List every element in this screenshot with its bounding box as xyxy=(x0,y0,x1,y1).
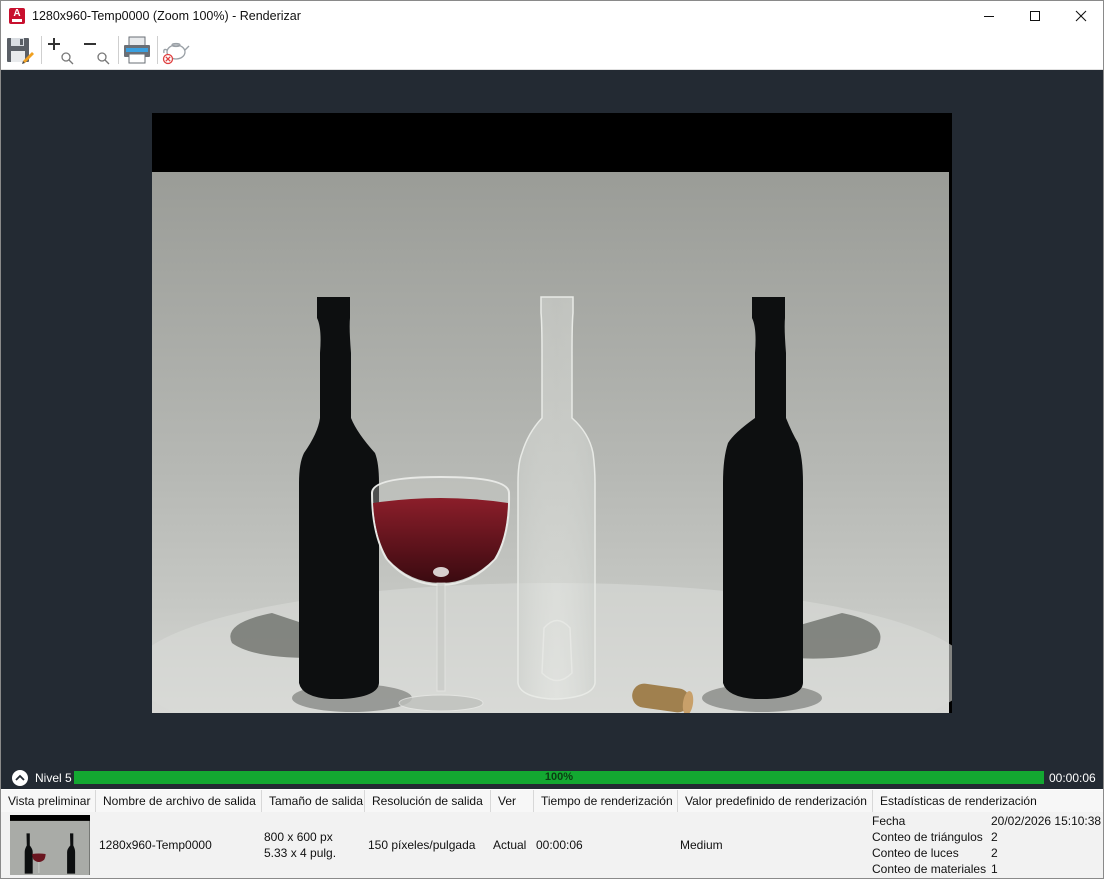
stat-value-lights: 2 xyxy=(991,846,998,860)
autocad-icon: A xyxy=(9,8,25,24)
minimize-button[interactable] xyxy=(966,1,1012,31)
zoom-out-button[interactable] xyxy=(81,35,111,65)
column-header-render-time[interactable]: Tiempo de renderización xyxy=(534,790,678,812)
maximize-button[interactable] xyxy=(1012,1,1058,31)
close-button[interactable] xyxy=(1058,1,1103,31)
chevron-up-icon xyxy=(15,774,25,781)
column-header-preview[interactable]: Vista preliminar xyxy=(1,790,96,812)
save-button[interactable] xyxy=(5,35,35,65)
view-value: Actual xyxy=(493,838,527,852)
level-label: Nivel 5 xyxy=(35,771,72,785)
window-title: 1280x960-Temp0000 (Zoom 100%) - Renderiz… xyxy=(32,9,301,23)
cancel-render-button[interactable] xyxy=(160,35,190,65)
render-time-value: 00:00:06 xyxy=(536,838,583,852)
render-history-table: Vista preliminar Nombre de archivo de sa… xyxy=(1,790,1103,878)
column-header-resolution[interactable]: Resolución de salida xyxy=(365,790,491,812)
stat-value-date: 20/02/2026 15:10:38 xyxy=(991,814,1102,828)
column-header-view[interactable]: Ver xyxy=(491,790,534,812)
output-filename: 1280x960-Temp0000 xyxy=(99,838,212,852)
output-size-px: 800 x 600 px xyxy=(264,830,333,844)
stat-label-lights: Conteo de luces xyxy=(872,846,959,860)
stat-label-date: Fecha xyxy=(872,814,906,828)
print-button[interactable] xyxy=(122,35,152,65)
column-header-filename[interactable]: Nombre de archivo de salida xyxy=(96,790,262,812)
column-header-stats[interactable]: Estadísticas de renderización xyxy=(873,790,1103,812)
output-resolution: 150 píxeles/pulgada xyxy=(368,838,476,852)
title-bar: A 1280x960-Temp0000 (Zoom 100%) - Render… xyxy=(1,1,1103,31)
progress-row: Nivel 5 100% 00:00:06 xyxy=(1,767,1103,789)
save-icon xyxy=(7,38,34,64)
zoom-in-button[interactable] xyxy=(45,35,75,65)
column-header-size[interactable]: Tamaño de salida xyxy=(262,790,365,812)
elapsed-time: 00:00:06 xyxy=(1049,771,1096,785)
print-icon xyxy=(124,36,150,64)
table-header: Vista preliminar Nombre de archivo de sa… xyxy=(1,790,1103,813)
stat-value-triangles: 2 xyxy=(991,830,998,844)
minimize-icon xyxy=(984,16,994,17)
rendered-image xyxy=(152,113,952,713)
toolbar xyxy=(1,31,1103,70)
zoom-in-icon xyxy=(48,38,74,65)
stat-label-triangles: Conteo de triángulos xyxy=(872,830,983,844)
stat-value-materials: 1 xyxy=(991,862,998,876)
progress-bar: 100% xyxy=(74,771,1044,784)
render-viewport[interactable] xyxy=(1,70,1103,767)
cancel-render-icon xyxy=(162,42,190,65)
preset-value: Medium xyxy=(680,838,723,852)
preview-thumbnail xyxy=(10,815,90,875)
output-size-in: 5.33 x 4 pulg. xyxy=(264,846,337,860)
table-row[interactable]: 1280x960-Temp0000 800 x 600 px 5.33 x 4 … xyxy=(1,812,1103,878)
render-window: A 1280x960-Temp0000 (Zoom 100%) - Render… xyxy=(0,0,1104,879)
close-icon xyxy=(1075,10,1087,22)
maximize-icon xyxy=(1030,11,1040,21)
progress-percent: 100% xyxy=(544,771,574,783)
zoom-out-icon xyxy=(84,43,110,65)
stat-label-materials: Conteo de materiales xyxy=(872,862,987,876)
collapse-button[interactable] xyxy=(12,770,28,786)
column-header-preset[interactable]: Valor predefinido de renderización xyxy=(678,790,873,812)
